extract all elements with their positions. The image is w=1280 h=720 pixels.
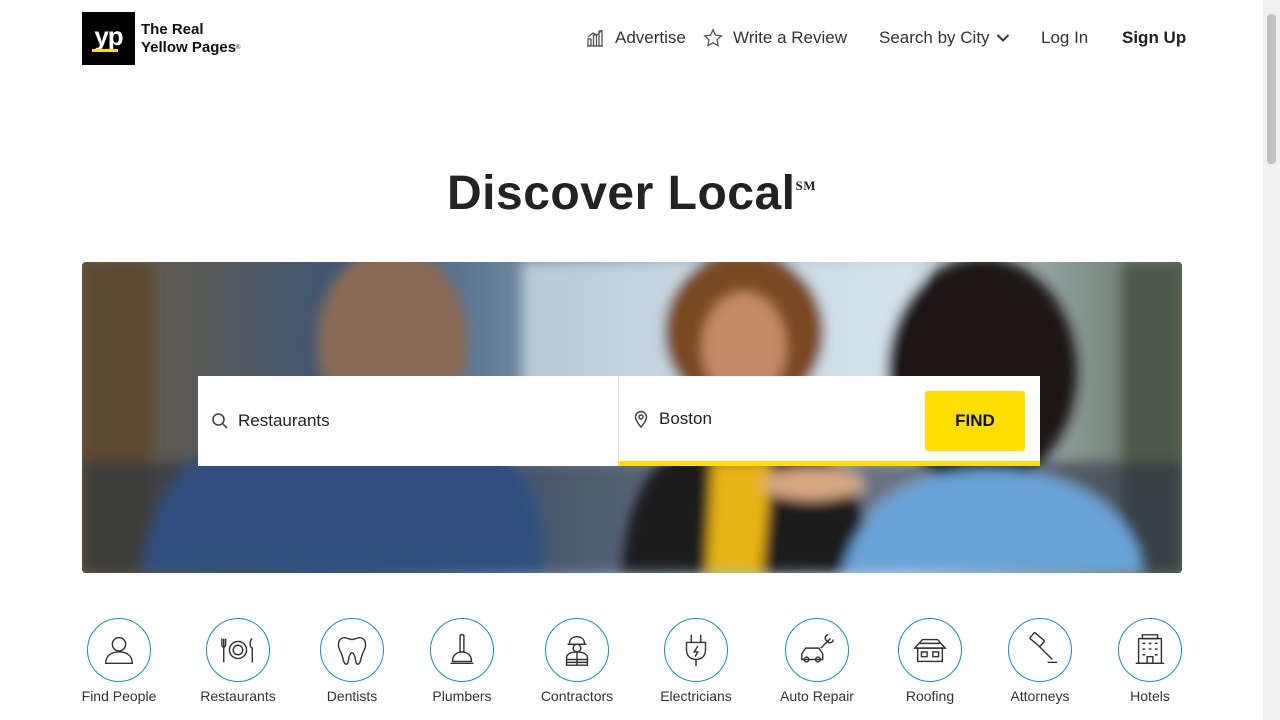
category-dentists[interactable]: Dentists — [292, 618, 412, 704]
nav-advertise[interactable]: Advertise — [585, 26, 686, 50]
category-attorneys[interactable]: Attorneys — [980, 618, 1100, 704]
house-icon — [898, 618, 962, 682]
search-what-input[interactable] — [238, 411, 498, 431]
category-label: Roofing — [905, 688, 955, 704]
category-label: Find People — [81, 688, 157, 704]
category-contractors[interactable]: Contractors — [517, 618, 637, 704]
gavel-icon — [1008, 618, 1072, 682]
find-button[interactable]: FIND — [925, 391, 1025, 451]
nav-log-in[interactable]: Log In — [1041, 26, 1088, 50]
chart-building-icon — [585, 28, 605, 48]
category-electricians[interactable]: Electricians — [636, 618, 756, 704]
logo-mark: yp — [94, 20, 123, 51]
category-label: Hotels — [1130, 688, 1170, 704]
hotel-building-icon — [1118, 618, 1182, 682]
category-plumbers[interactable]: Plumbers — [402, 618, 522, 704]
search-form: FIND — [198, 376, 1040, 466]
nav-write-review-label: Write a Review — [733, 28, 847, 47]
star-icon — [703, 28, 723, 48]
plunger-icon — [430, 618, 494, 682]
plate-utensils-icon — [206, 618, 270, 682]
car-wrench-icon — [785, 618, 849, 682]
category-find-people[interactable]: Find People — [59, 618, 179, 704]
category-hotels[interactable]: Hotels — [1090, 618, 1210, 704]
plug-icon — [664, 618, 728, 682]
page-headline: Discover LocalSM — [0, 166, 1263, 221]
category-label: Attorneys — [1010, 688, 1070, 704]
category-label: Electricians — [660, 688, 732, 704]
scrollbar-thumb[interactable] — [1267, 14, 1276, 164]
category-roofing[interactable]: Roofing — [870, 618, 990, 704]
tooth-icon — [320, 618, 384, 682]
category-label: Restaurants — [200, 688, 276, 704]
person-icon — [87, 618, 151, 682]
nav-write-review[interactable]: Write a Review — [703, 26, 847, 50]
yp-logo[interactable]: yp — [82, 12, 135, 65]
worker-icon — [545, 618, 609, 682]
search-icon — [210, 411, 230, 431]
logo-text[interactable]: The Real Yellow Pages® — [141, 21, 240, 57]
service-mark: SM — [795, 178, 816, 193]
chevron-down-icon — [996, 31, 1010, 45]
nav-sign-up[interactable]: Sign Up — [1122, 26, 1186, 50]
search-where-field[interactable]: FIND — [619, 376, 1040, 466]
logo-underline — [92, 49, 118, 52]
location-pin-icon — [631, 409, 651, 429]
search-where-input[interactable] — [659, 408, 919, 429]
logo-registered-mark: ® — [236, 45, 241, 51]
nav-search-by-city[interactable]: Search by City — [879, 26, 1010, 50]
logo-text-line1: The Real — [141, 21, 204, 38]
category-label: Auto Repair — [780, 688, 854, 704]
logo-text-line2: Yellow Pages — [141, 39, 237, 56]
page-scrollbar[interactable] — [1263, 0, 1280, 720]
category-auto-repair[interactable]: Auto Repair — [757, 618, 877, 704]
category-restaurants[interactable]: Restaurants — [178, 618, 298, 704]
nav-search-by-city-label: Search by City — [879, 28, 990, 47]
category-label: Dentists — [326, 688, 378, 704]
search-what-field[interactable] — [198, 376, 619, 466]
category-label: Plumbers — [432, 688, 492, 704]
nav-advertise-label: Advertise — [615, 28, 686, 47]
headline-text: Discover Local — [447, 167, 796, 220]
category-label: Contractors — [540, 688, 614, 704]
